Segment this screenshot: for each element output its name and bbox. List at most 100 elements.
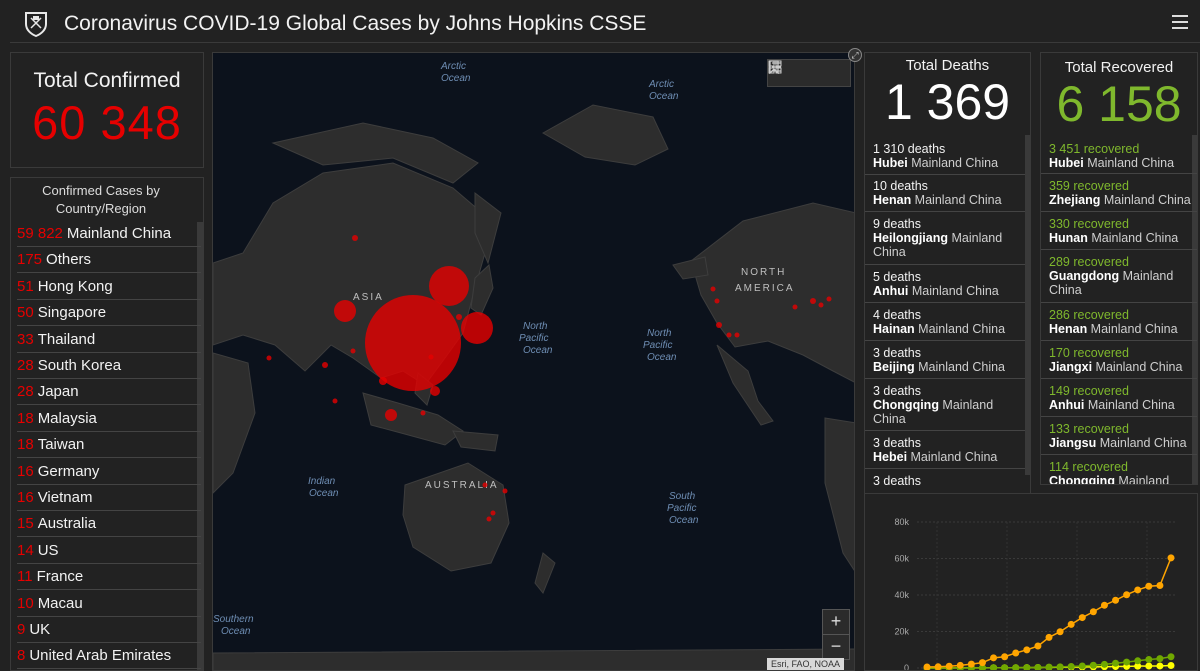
bubble-thailand[interactable] — [379, 377, 387, 385]
country-row[interactable]: 50 Singapore — [17, 301, 201, 327]
recovered-row[interactable]: 330 recovered Hunan Mainland China — [1041, 212, 1197, 250]
chart-point-confirmed[interactable] — [1123, 591, 1131, 599]
chart-point-confirmed[interactable] — [1045, 633, 1053, 641]
total-recovered-value: 6 158 — [1056, 76, 1182, 132]
row-location: Anhui Mainland China — [873, 284, 1025, 298]
chart-point-confirmed[interactable] — [945, 662, 953, 670]
zoom-out-button[interactable]: − — [822, 634, 850, 660]
chart-point-confirmed[interactable] — [1156, 581, 1164, 589]
chart-point-confirmed[interactable] — [956, 661, 964, 669]
death-row[interactable]: 3 deaths Hebei Mainland China — [865, 431, 1025, 469]
death-row[interactable]: 5 deaths Anhui Mainland China — [865, 265, 1025, 303]
chart-point-deaths[interactable] — [1156, 662, 1164, 670]
recovered-row[interactable]: 289 recovered Guangdong Mainland China — [1041, 250, 1197, 303]
country-row[interactable]: 16 Germany — [17, 460, 201, 485]
chart-point-recovered[interactable] — [1012, 664, 1020, 671]
row-province: Hainan — [873, 322, 915, 336]
chart-point-recovered[interactable] — [1067, 662, 1075, 670]
chart-point-recovered[interactable] — [1078, 662, 1086, 670]
country-row[interactable]: 14 US — [17, 539, 201, 564]
chart-point-confirmed[interactable] — [923, 663, 931, 670]
death-row[interactable]: 4 deaths Hainan Mainland China — [865, 303, 1025, 341]
death-row[interactable]: 3 deaths Beijing Mainland China — [865, 341, 1025, 379]
chart-point-confirmed[interactable] — [1112, 596, 1120, 604]
chart-point-recovered[interactable] — [1045, 663, 1053, 671]
row-count: 10 deaths — [873, 179, 928, 193]
chart-point-recovered[interactable] — [1100, 660, 1108, 668]
chart-point-confirmed[interactable] — [1056, 628, 1064, 636]
total-deaths-label: Total Deaths — [905, 57, 990, 74]
chart-point-confirmed[interactable] — [990, 654, 998, 662]
basemap-gallery-icon[interactable] — [768, 60, 782, 74]
country-name: United Arab Emirates — [29, 647, 172, 665]
country-row[interactable]: 175 Others — [17, 248, 201, 274]
death-row[interactable]: 9 deaths Heilongjiang Mainland China — [865, 212, 1025, 265]
chart-point-confirmed[interactable] — [1012, 649, 1020, 657]
country-row[interactable]: 51 Hong Kong — [17, 275, 201, 300]
country-row[interactable]: 18 Malaysia — [17, 407, 201, 432]
chart-point-confirmed[interactable] — [1078, 614, 1086, 622]
chart-point-confirmed[interactable] — [1167, 554, 1175, 562]
bubble-hubei[interactable] — [365, 295, 461, 391]
country-row[interactable]: 59 822 Mainland China — [17, 222, 201, 247]
chart-point-recovered[interactable] — [1145, 655, 1153, 663]
bubble-singapore[interactable] — [385, 409, 397, 421]
country-row[interactable]: 10 Macau — [17, 592, 201, 617]
world-map[interactable]: Arctic Ocean Arctic Ocean North Pacific … — [212, 52, 855, 671]
chart-point-confirmed[interactable] — [1145, 582, 1153, 590]
chart-point-recovered[interactable] — [1123, 658, 1131, 666]
hamburger-menu-icon[interactable] — [1172, 15, 1188, 31]
country-row[interactable]: 18 Taiwan — [17, 433, 201, 459]
chart-point-confirmed[interactable] — [978, 659, 986, 667]
chart-point-recovered[interactable] — [1056, 663, 1064, 670]
chart-point-recovered[interactable] — [990, 664, 998, 671]
recovered-row[interactable]: 286 recovered Henan Mainland China — [1041, 303, 1197, 341]
country-row[interactable]: 28 Japan — [17, 380, 201, 406]
bubble-philippines[interactable] — [430, 386, 440, 396]
chart-point-confirmed[interactable] — [1034, 642, 1042, 650]
country-row[interactable]: 15 Australia — [17, 512, 201, 538]
country-row[interactable]: 16 Vietnam — [17, 486, 201, 511]
chart-point-confirmed[interactable] — [1067, 620, 1075, 628]
chart-point-recovered[interactable] — [1089, 661, 1097, 669]
deaths-list-scrollbar[interactable] — [1025, 135, 1030, 475]
country-row[interactable]: 8 United Arab Emirates — [17, 644, 201, 670]
bubble-japan[interactable] — [461, 312, 493, 344]
row-count: 133 recovered — [1049, 422, 1129, 436]
chart-point-confirmed[interactable] — [1001, 653, 1009, 661]
recovered-row[interactable]: 170 recovered Jiangxi Mainland China — [1041, 341, 1197, 379]
country-row[interactable]: 11 France — [17, 565, 201, 591]
recovered-row[interactable]: 133 recovered Jiangsu Mainland China — [1041, 417, 1197, 455]
chart-point-confirmed[interactable] — [1023, 646, 1031, 654]
chart-point-deaths[interactable] — [1167, 662, 1175, 670]
death-row[interactable]: 3 deaths Chongqing Mainland China — [865, 379, 1025, 431]
chart-point-recovered[interactable] — [1156, 655, 1164, 663]
country-row[interactable]: 28 South Korea — [17, 354, 201, 379]
chart-point-confirmed[interactable] — [1100, 601, 1108, 609]
chart-point-recovered[interactable] — [1023, 664, 1031, 671]
expand-map-icon[interactable]: ⤢ — [848, 48, 862, 62]
recovered-row[interactable]: 359 recovered Zhejiang Mainland China — [1041, 174, 1197, 212]
row-location: Hebei Mainland China — [873, 450, 1025, 464]
bubble-central-asia[interactable] — [334, 300, 356, 322]
chart-point-confirmed[interactable] — [1089, 608, 1097, 616]
country-row[interactable]: 33 Thailand — [17, 328, 201, 353]
chart-point-recovered[interactable] — [1001, 664, 1009, 671]
bubble-northeast-china[interactable] — [429, 266, 469, 306]
chart-point-recovered[interactable] — [1112, 659, 1120, 667]
chart-point-deaths[interactable] — [1145, 662, 1153, 670]
death-row[interactable]: 10 deaths Henan Mainland China — [865, 174, 1025, 212]
chart-point-confirmed[interactable] — [934, 663, 942, 670]
zoom-in-button[interactable]: + — [822, 609, 850, 635]
map-canvas[interactable]: Arctic Ocean Arctic Ocean North Pacific … — [213, 53, 855, 671]
death-row[interactable]: 1 310 deaths Hubei Mainland China — [865, 137, 1025, 175]
country-row[interactable]: 9 UK — [17, 618, 201, 643]
chart-point-recovered[interactable] — [1167, 653, 1175, 661]
chart-point-recovered[interactable] — [1034, 663, 1042, 671]
chart-point-confirmed[interactable] — [967, 660, 975, 668]
recovered-row[interactable]: 114 recovered Chongqing Mainland — [1041, 455, 1197, 484]
recovered-row[interactable]: 3 451 recovered Hubei Mainland China — [1041, 137, 1197, 174]
chart-point-confirmed[interactable] — [1134, 586, 1142, 594]
chart-point-recovered[interactable] — [1134, 657, 1142, 665]
recovered-row[interactable]: 149 recovered Anhui Mainland China — [1041, 379, 1197, 417]
